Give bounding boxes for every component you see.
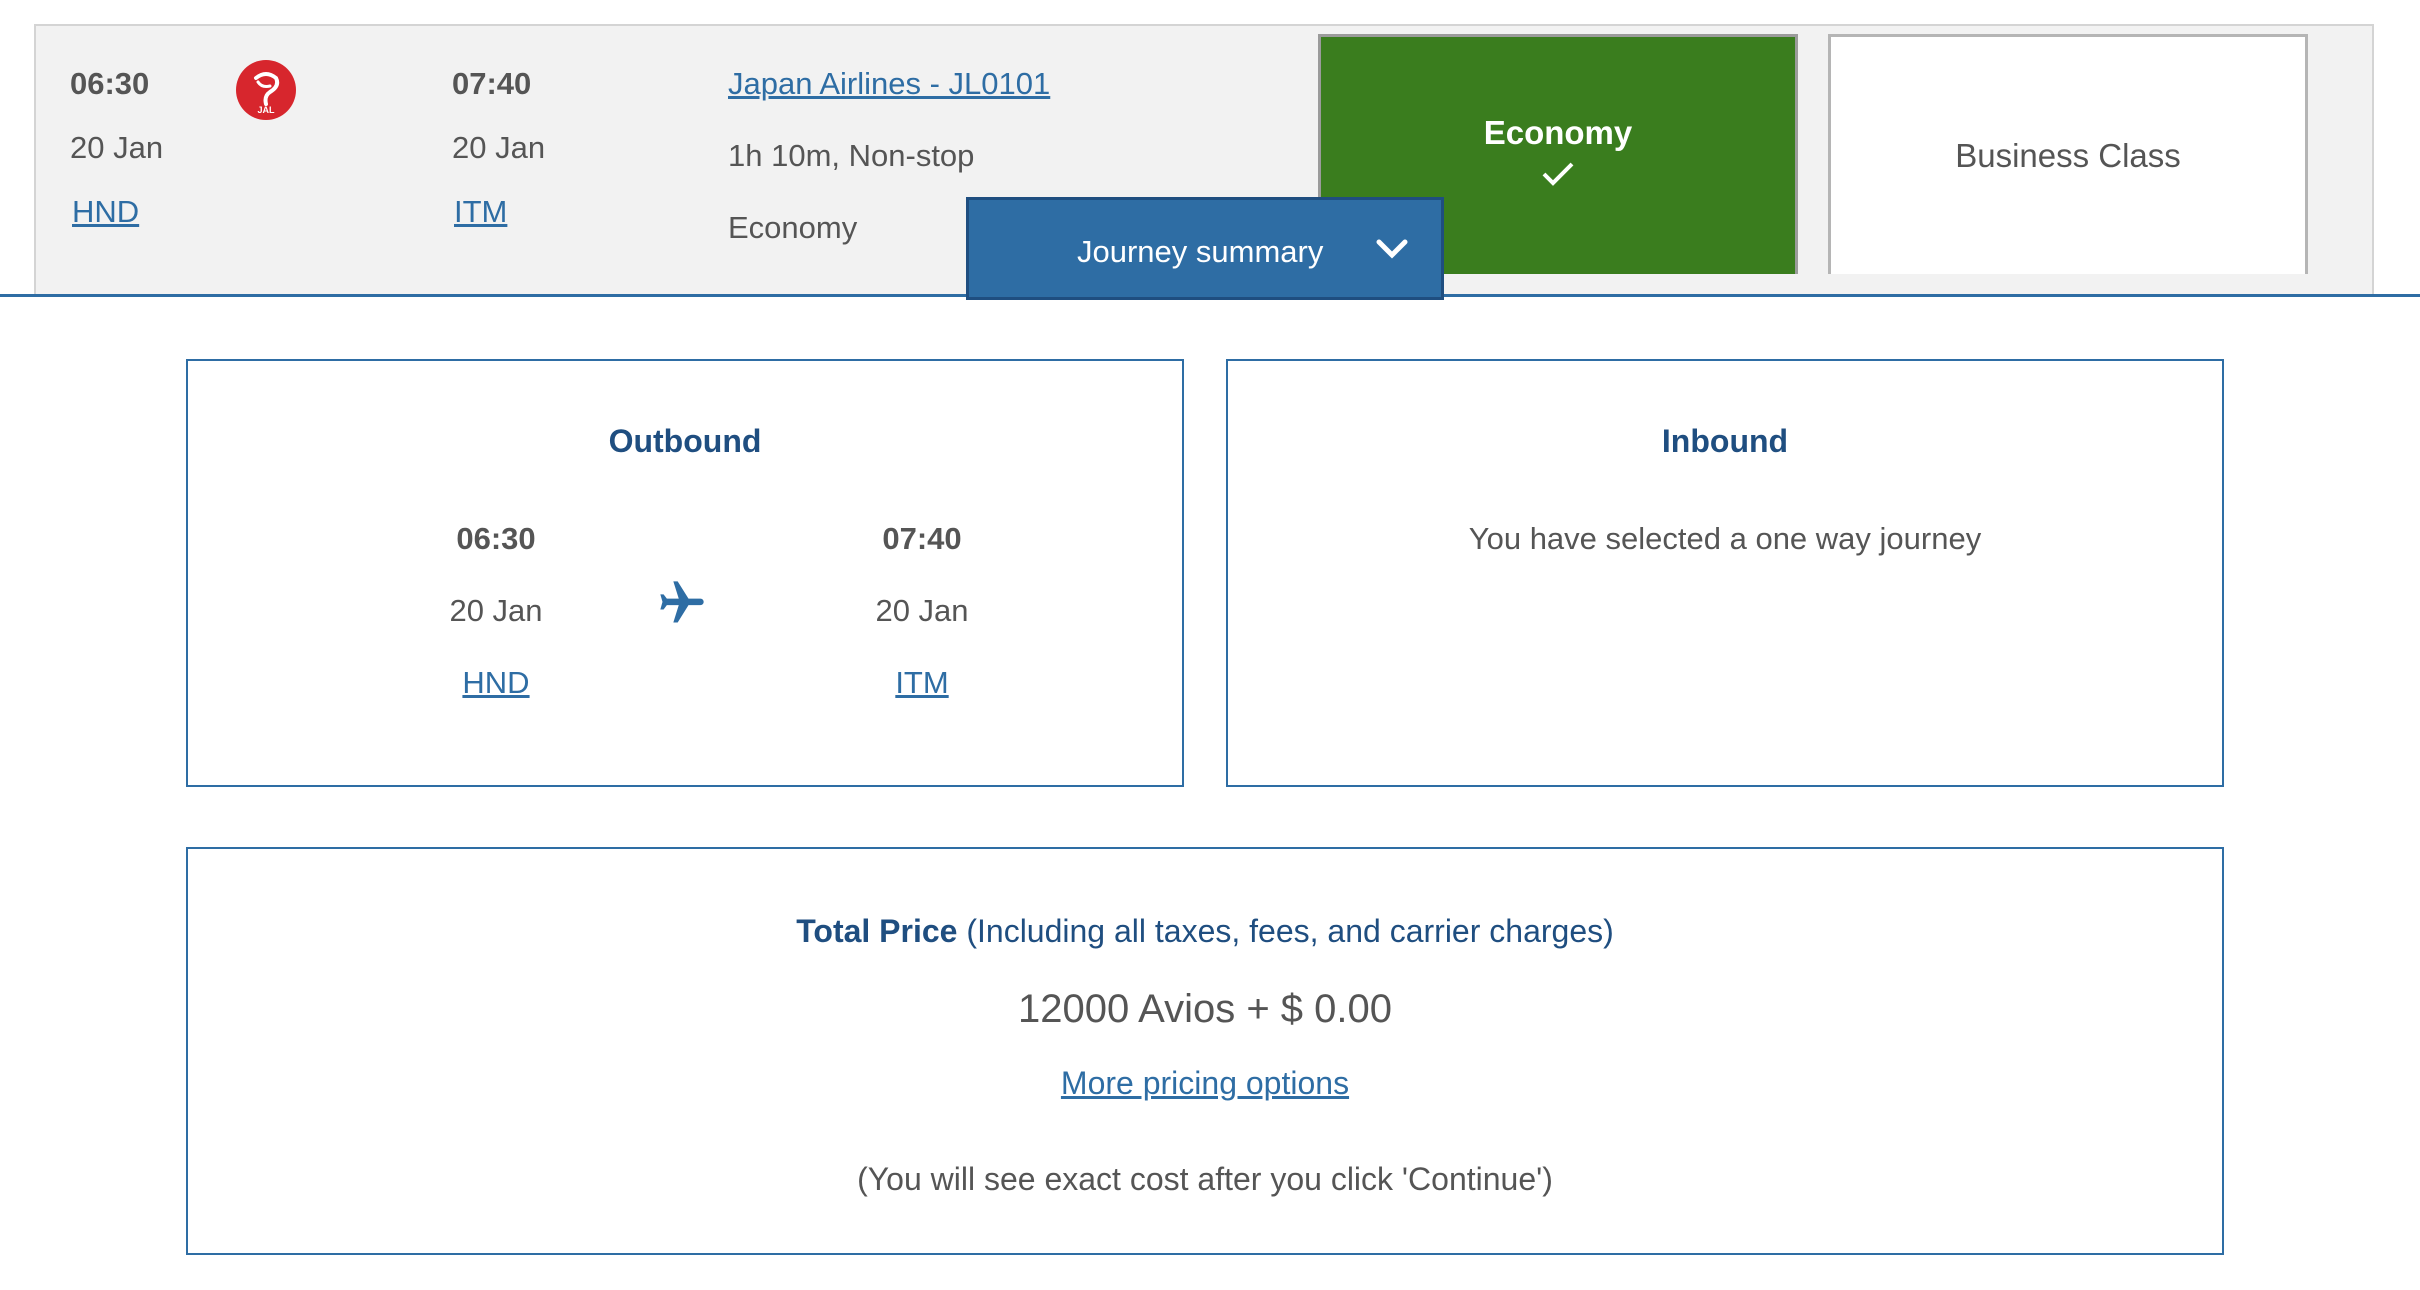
journey-summary-button[interactable]: Journey summary <box>966 197 1444 300</box>
airline-flight-link[interactable]: Japan Airlines - JL0101 <box>728 66 1050 102</box>
business-label: Business Class <box>1955 136 2181 174</box>
journey-summary-label: Journey summary <box>1077 234 1324 269</box>
business-cabin-option[interactable]: Business Class <box>1828 34 2308 274</box>
outbound-departure-date: 20 Jan <box>449 593 543 628</box>
inbound-message: You have selected a one way journey <box>1468 521 1982 556</box>
price-heading: Total Price (Including all taxes, fees, … <box>188 913 2222 950</box>
price-footnote: (You will see exact cost after you click… <box>857 1161 1553 1197</box>
more-pricing-options-link[interactable]: More pricing options <box>1061 1065 1349 1101</box>
inbound-title: Inbound <box>1661 423 1789 459</box>
outbound-arrival-airport[interactable]: ITM <box>822 665 1022 701</box>
departure-airport-link[interactable]: HND <box>72 194 139 230</box>
jal-logo-icon: JAL <box>236 60 296 120</box>
arrival-time: 07:40 <box>452 66 532 101</box>
outbound-arrival-date: 20 Jan <box>875 593 969 628</box>
departure-date: 20 Jan <box>70 130 164 165</box>
flight-cabin: Economy <box>728 210 858 245</box>
economy-label: Economy <box>1483 113 1633 151</box>
outbound-departure-time: 06:30 <box>456 521 536 556</box>
checkmark-icon <box>1542 162 1574 186</box>
outbound-panel: Outbound 06:30 20 Jan HND 07:40 20 Jan I… <box>186 359 1184 787</box>
airplane-icon <box>660 581 704 623</box>
total-price-label: Total Price <box>796 913 958 949</box>
outbound-departure-airport[interactable]: HND <box>396 665 596 701</box>
outbound-title: Outbound <box>608 423 762 459</box>
arrival-date: 20 Jan <box>452 130 546 165</box>
jal-logo-text: JAL <box>257 105 275 115</box>
arrival-airport-link[interactable]: ITM <box>454 194 507 230</box>
inbound-panel: Inbound You have selected a one way jour… <box>1226 359 2224 787</box>
flight-duration: 1h 10m, Non-stop <box>728 138 975 173</box>
departure-time: 06:30 <box>70 66 150 101</box>
price-panel: Total Price (Including all taxes, fees, … <box>186 847 2224 1255</box>
chevron-down-icon <box>1376 239 1408 259</box>
outbound-arrival-time: 07:40 <box>882 521 962 556</box>
price-amount: 12000 Avios + $ 0.00 <box>1017 987 1393 1031</box>
price-note: (Including all taxes, fees, and carrier … <box>957 913 1614 949</box>
